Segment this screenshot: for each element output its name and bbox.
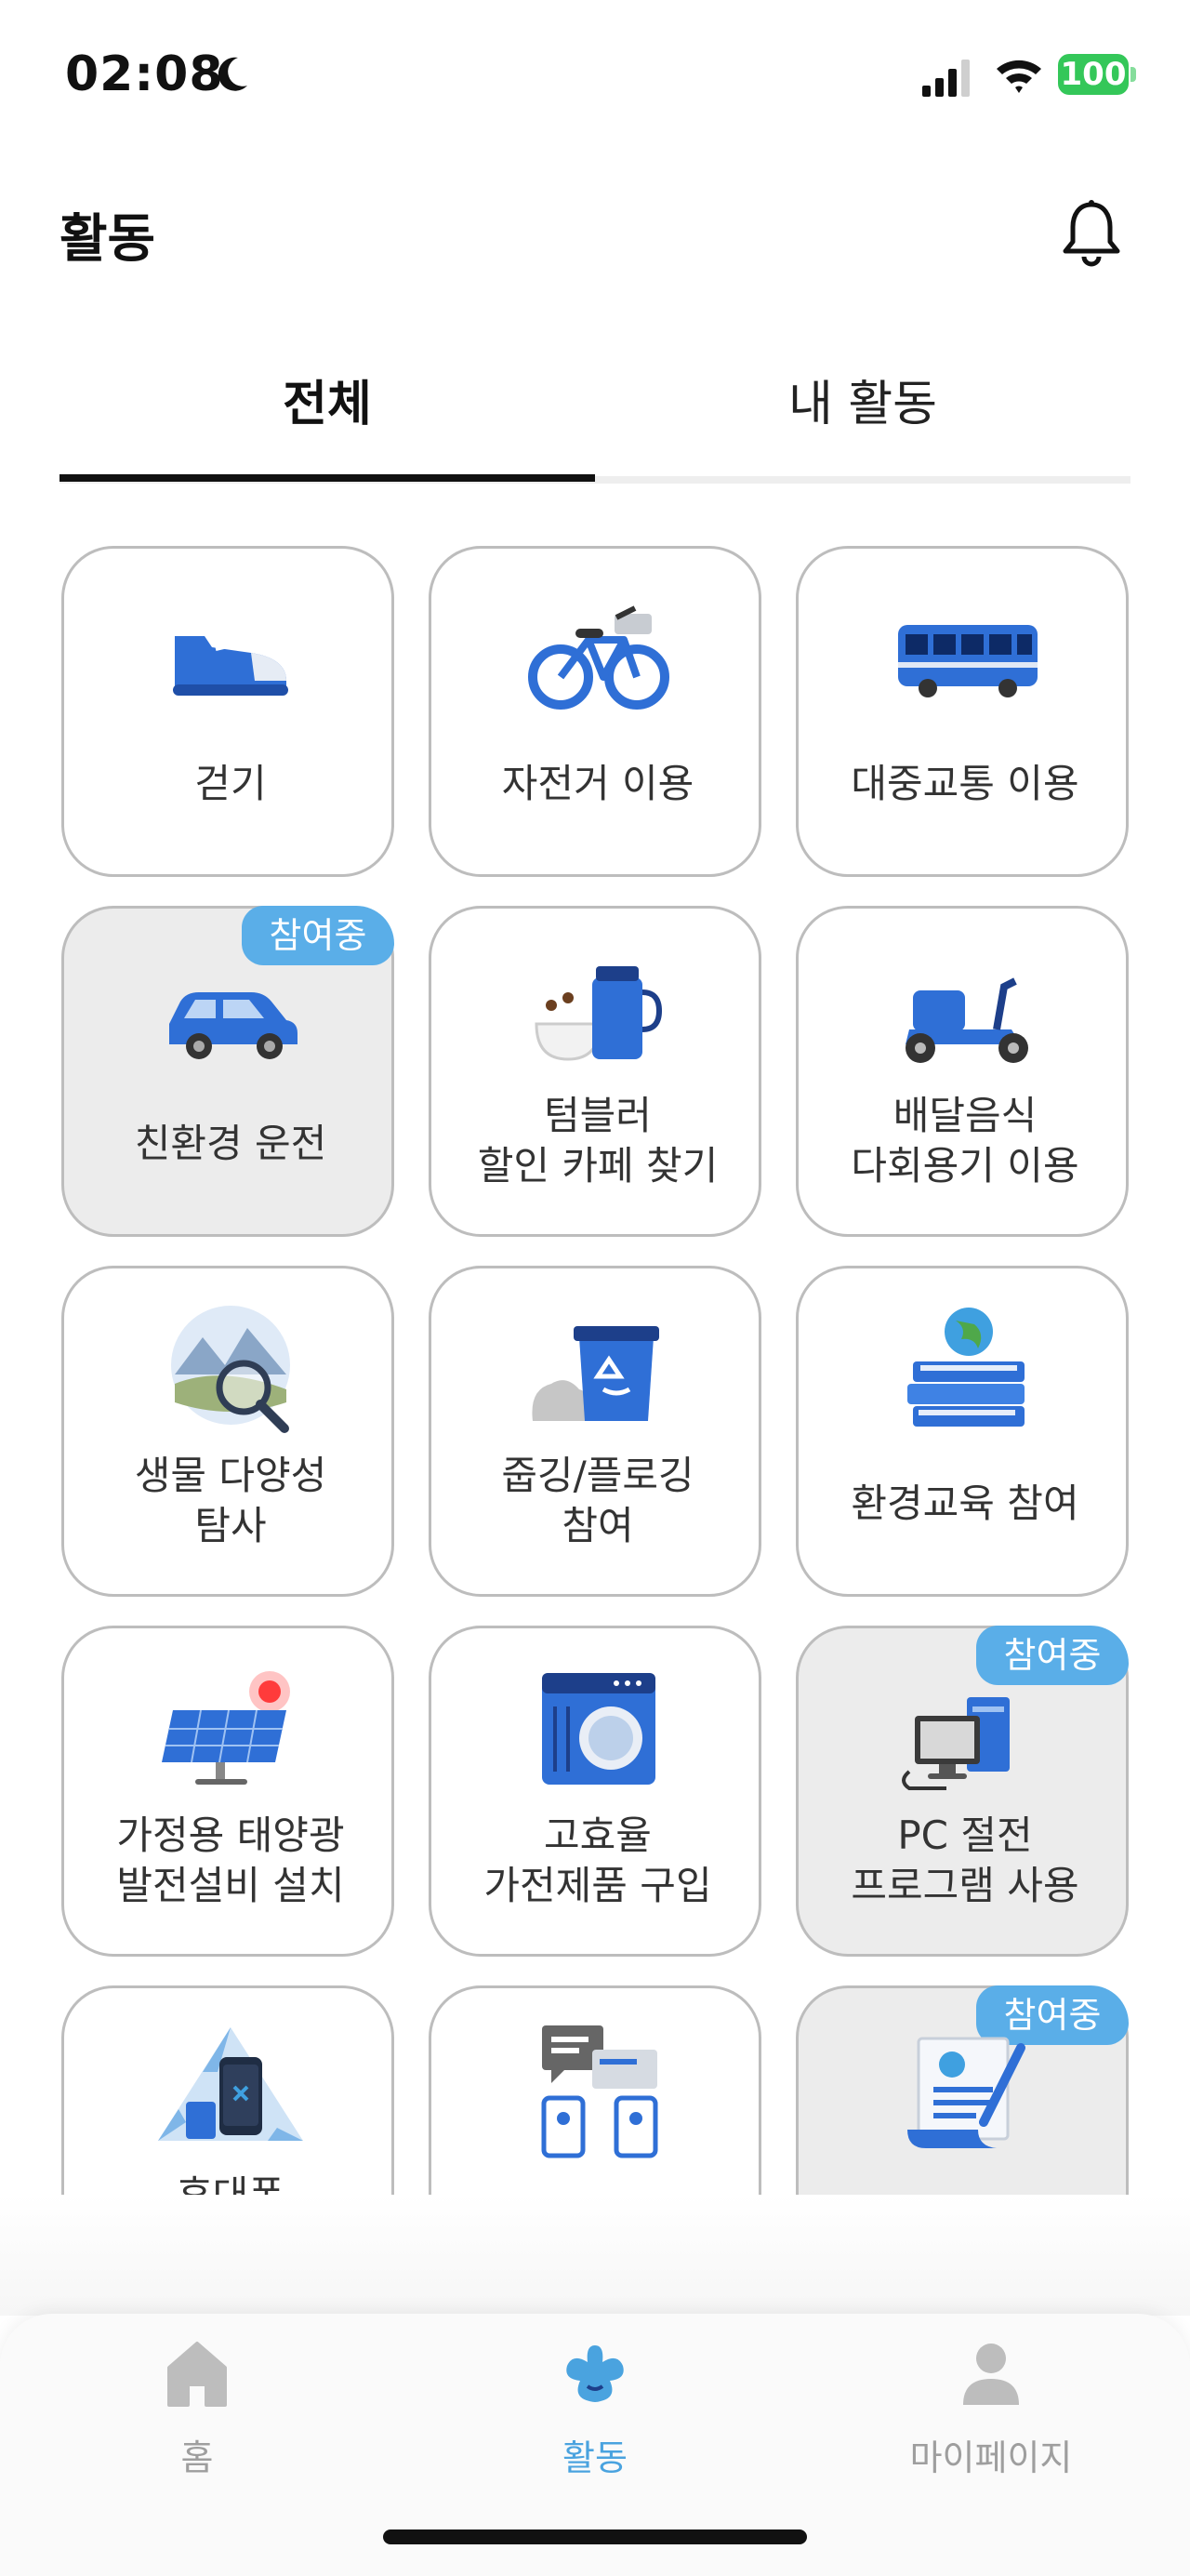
document-globe-icon <box>907 2037 1025 2148</box>
activity-card-public-transport[interactable]: 대중교통 이용 <box>796 546 1129 877</box>
scooter-icon <box>906 977 1028 1063</box>
nav-home-label: 홈 <box>180 2437 214 2478</box>
wifi-icon <box>997 60 1041 93</box>
activity-label-line2: 다회용기 이용 <box>851 1143 1079 1188</box>
activity-label: 텀블러할인 카페 찾기 <box>441 1091 755 1191</box>
activity-label: 고효율가전제품 구입 <box>441 1811 755 1911</box>
activity-card-delivery-reusable[interactable]: 배달음식다회용기 이용 <box>796 906 1129 1237</box>
home-indicator <box>383 2530 807 2544</box>
shoe-icon <box>173 634 288 696</box>
activity-label-line1: 텀블러 <box>544 1093 652 1138</box>
activity-label: PC 절전프로그램 사용 <box>808 1811 1122 1911</box>
activity-card-tumbler-cafe[interactable]: 텀블러할인 카페 찾기 <box>429 906 761 1237</box>
tab-all[interactable]: 전체 <box>60 353 595 476</box>
chat-phones-icon <box>541 2025 658 2158</box>
activity-card-walking[interactable]: 걷기 <box>61 546 394 877</box>
person-icon <box>963 2344 1019 2405</box>
computer-icon <box>902 1697 1010 1790</box>
nav-mypage-label: 마이페이지 <box>909 2437 1073 2478</box>
activity-label-line1: 생물 다양성 <box>134 1453 327 1498</box>
activity-label-line2: 프로그램 사용 <box>851 1863 1079 1908</box>
activity-card-efficient-appliance[interactable]: 고효율가전제품 구입 <box>429 1626 761 1957</box>
moon-icon <box>218 57 247 91</box>
activity-label-line2: 할인 카페 찾기 <box>477 1143 719 1188</box>
activity-label-line2: 참여 <box>562 1503 634 1548</box>
activity-label: 생물 다양성탐사 <box>73 1451 388 1551</box>
tumbler-icon <box>535 966 663 1061</box>
activity-label-line1: 줍깅/플로깅 <box>501 1453 694 1498</box>
scroll-fade <box>0 2195 1190 2316</box>
cellular-signal-icon <box>922 60 970 97</box>
page-title: 활동 <box>60 209 156 270</box>
solar-panel-icon <box>162 1671 290 1785</box>
washing-machine-icon <box>542 1673 655 1785</box>
nav-home[interactable]: 홈 <box>58 2336 337 2494</box>
activity-card-eco-driving[interactable]: 참여중 친환경 운전 <box>61 906 394 1237</box>
notification-bell-icon[interactable] <box>1060 199 1123 270</box>
nav-activity-label: 활동 <box>562 2437 628 2478</box>
bicycle-icon <box>528 605 669 710</box>
activity-card-pc-power-saving[interactable]: 참여중 PC 절전 프로그램 사용 <box>796 1626 1129 1957</box>
battery-indicator: 100 <box>1058 54 1129 95</box>
activity-label: 친환경 운전 <box>134 1121 327 1166</box>
status-bar: 02:08 100 <box>0 0 1190 149</box>
tab-my-activity[interactable]: 내 활동 <box>595 353 1130 476</box>
car-icon <box>169 992 298 1059</box>
activity-label-line2: 가전제품 구입 <box>483 1863 712 1908</box>
activity-card-plogging[interactable]: 줍깅/플로깅참여 <box>429 1266 761 1597</box>
activity-card-biodiversity[interactable]: 생물 다양성탐사 <box>61 1266 394 1597</box>
activity-card-solar-panel[interactable]: 가정용 태양광발전설비 설치 <box>61 1626 394 1957</box>
nav-activity[interactable]: 활동 <box>456 2336 734 2494</box>
activity-card-environmental-education[interactable]: 환경교육 참여 <box>796 1266 1129 1597</box>
activity-icon <box>566 2345 624 2402</box>
activity-card-bicycle[interactable]: 자전거 이용 <box>429 546 761 877</box>
magnifier-nature-icon <box>171 1306 290 1433</box>
activity-label: 대중교통 이용 <box>851 761 1079 806</box>
activity-card-phone-recycle[interactable]: 휴대폰 <box>61 1985 394 2195</box>
activity-label-line1: 고효율 <box>544 1812 652 1858</box>
status-time: 02:08 <box>65 46 224 102</box>
activity-tabs: 전체 내 활동 <box>60 353 1130 485</box>
activity-label: 환경교육 참여 <box>851 1481 1079 1526</box>
activity-label-line1: PC 절전 <box>897 1812 1033 1858</box>
activity-label: 가정용 태양광발전설비 설치 <box>73 1811 388 1911</box>
activity-label: 배달음식다회용기 이용 <box>808 1091 1122 1191</box>
bus-icon <box>898 625 1038 697</box>
activity-label-line2: 탐사 <box>194 1503 267 1548</box>
home-icon <box>167 2342 227 2407</box>
activity-label-line1: 배달음식 <box>892 1093 1038 1138</box>
activity-card-chat-phones[interactable] <box>429 1985 761 2195</box>
activity-card-document-globe[interactable]: 참여중 <box>796 1985 1129 2195</box>
activity-grid: 걷기 자전거 이용 대중교통 이용 참여중 친환경 운전 텀블러 할인 카페 찾… <box>0 539 1190 2195</box>
activity-label: 걷기 <box>194 761 267 806</box>
nav-mypage[interactable]: 마이페이지 <box>852 2336 1130 2494</box>
activity-label-line2: 발전설비 설치 <box>116 1863 345 1908</box>
activity-label: 줍깅/플로깅참여 <box>441 1451 755 1551</box>
tab-active-indicator <box>60 474 595 482</box>
activity-label: 휴대폰 <box>73 2171 388 2195</box>
books-globe-icon <box>907 1308 1025 1427</box>
phone-recycle-icon <box>158 2027 303 2141</box>
activity-label-line1: 가정용 태양광 <box>116 1812 345 1858</box>
recycle-bin-icon <box>532 1326 659 1421</box>
battery-tip <box>1130 67 1136 82</box>
activity-label: 자전거 이용 <box>501 761 694 806</box>
